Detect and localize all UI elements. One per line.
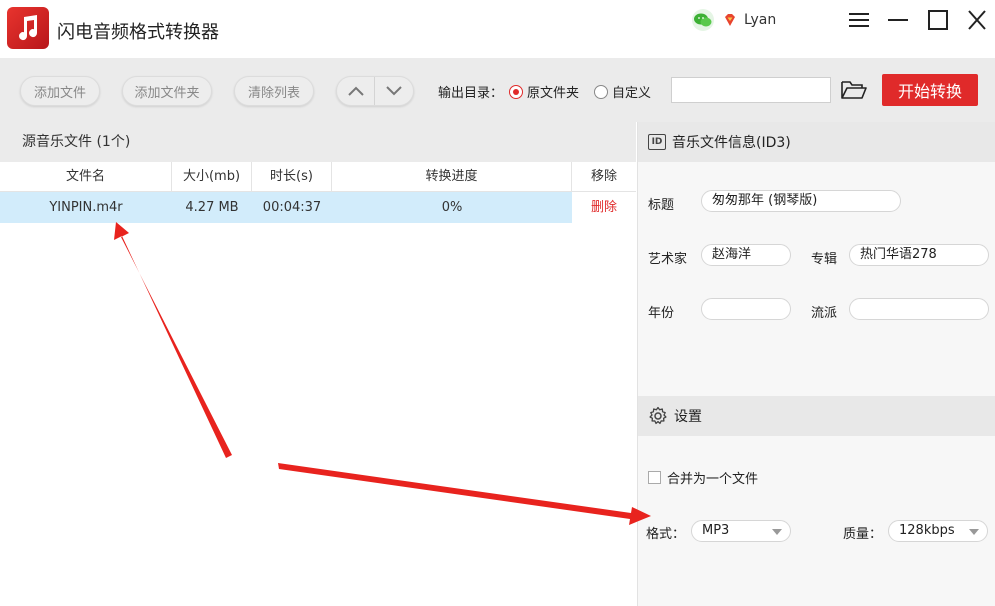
output-dir-label: 输出目录： [438,86,504,101]
column-remove[interactable]: 移除 [572,162,636,192]
file-duration-cell: 00:04:37 [262,200,322,215]
merge-checkbox-label: 合并为一个文件 [667,472,759,487]
folder-open-icon[interactable] [840,78,868,102]
album-label: 专辑 [811,252,838,267]
reorder-buttons [336,76,414,106]
file-size-cell: 4.27 MB [185,200,239,215]
column-progress[interactable]: 转换进度 [332,162,572,192]
merge-checkbox[interactable]: 合并为一个文件 [648,468,758,487]
wechat-icon[interactable] [690,8,716,32]
year-label: 年份 [648,306,675,321]
radio-custom-label: 自定义 [612,86,652,101]
add-folder-button[interactable]: 添加文件夹 [122,76,212,106]
radio-custom-dot[interactable] [594,84,608,99]
title-field[interactable]: 匆匆那年 (钢琴版) [701,190,901,212]
chevron-down-icon [772,529,782,535]
file-name-cell: YINPIN.m4r [49,200,123,215]
id3-section-title: 音乐文件信息(ID3) [672,135,791,151]
maximize-icon[interactable] [925,8,951,32]
format-label: 格式： [646,527,686,542]
close-icon[interactable] [964,8,990,32]
genre-field[interactable] [849,298,989,320]
settings-section-title: 设置 [674,409,702,425]
radio-custom-folder[interactable]: 自定义 [594,82,651,101]
year-field[interactable] [701,298,791,320]
right-panel: ID 音乐文件信息(ID3) 标题 匆匆那年 (钢琴版) 艺术家 赵海洋 专辑 … [637,122,995,606]
column-filename[interactable]: 文件名 [0,162,172,192]
chevron-down-icon [969,529,979,535]
vip-diamond-icon [722,12,738,28]
quality-value: 128kbps [899,523,955,538]
source-files-header: 源音乐文件 (1个) [0,122,636,162]
album-field[interactable]: 热门华语278 [849,244,989,266]
radio-original-folder[interactable]: 原文件夹 [509,82,579,101]
quality-select[interactable]: 128kbps [888,520,988,542]
artist-field[interactable]: 赵海洋 [701,244,791,266]
music-note-icon [19,15,38,41]
column-size[interactable]: 大小(mb) [172,162,252,192]
delete-link[interactable]: 删除 [572,192,636,223]
quality-label: 质量： [843,527,883,542]
menu-icon[interactable] [846,8,872,32]
format-select[interactable]: MP3 [691,520,791,542]
file-list-empty-area[interactable] [0,223,636,606]
file-table-header: 文件名 大小(mb) 时长(s) 转换进度 移除 [0,162,636,192]
user-area[interactable]: Lyan [690,8,776,32]
output-path-input[interactable] [671,77,831,103]
artist-label: 艺术家 [648,252,688,267]
move-up-button[interactable] [337,77,376,105]
radio-original-label: 原文件夹 [527,86,580,101]
merge-checkbox-box[interactable] [648,471,661,484]
id-tag-icon: ID [648,134,666,150]
app-logo [7,7,49,49]
clear-list-button[interactable]: 清除列表 [234,76,314,106]
file-progress-cell: 0% [441,200,463,215]
genre-label: 流派 [811,306,838,321]
gear-icon [648,406,668,426]
id3-section-header: ID 音乐文件信息(ID3) [638,122,995,162]
format-value: MP3 [702,523,730,538]
move-down-button[interactable] [375,77,413,105]
add-file-button[interactable]: 添加文件 [20,76,100,106]
user-name[interactable]: Lyan [744,12,776,28]
title-bar: 闪电音频格式转换器 Lyan [0,0,995,58]
title-label: 标题 [648,198,675,213]
column-duration[interactable]: 时长(s) [252,162,332,192]
app-title: 闪电音频格式转换器 [57,22,219,43]
chevron-up-icon [347,86,364,96]
radio-original-dot[interactable] [509,84,523,99]
minimize-icon[interactable] [885,8,911,32]
toolbar: 添加文件 添加文件夹 清除列表 输出目录： 原文件夹 自定义 开始转换 [0,58,995,122]
start-convert-button[interactable]: 开始转换 [882,74,978,106]
chevron-down-icon [386,86,402,96]
table-row[interactable]: YINPIN.m4r 4.27 MB 00:04:37 0% 删除 [0,192,636,223]
settings-section-header: 设置 [638,396,995,436]
